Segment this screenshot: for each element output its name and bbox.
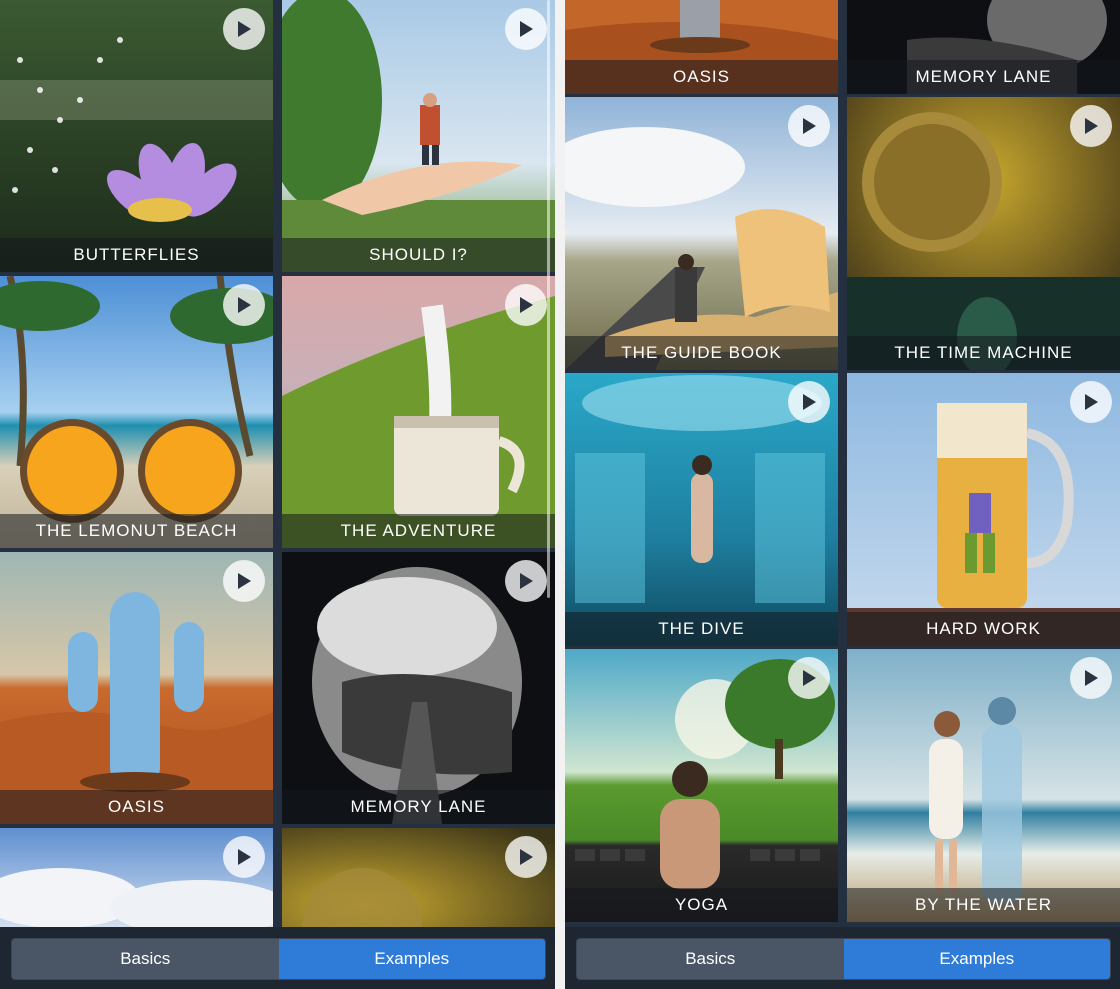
- tile-memory-lane[interactable]: MEMORY LANE: [282, 552, 555, 824]
- panel-divider: [555, 0, 565, 989]
- play-button[interactable]: [505, 284, 547, 326]
- tile-the-time-machine[interactable]: THE TIME MACHINE: [847, 97, 1120, 370]
- tile-caption: MEMORY LANE: [282, 790, 555, 824]
- tile-caption: THE TIME MACHINE: [847, 336, 1120, 370]
- play-icon: [803, 394, 816, 410]
- play-button[interactable]: [505, 8, 547, 50]
- play-icon: [238, 297, 251, 313]
- play-icon: [238, 573, 251, 589]
- play-button[interactable]: [223, 560, 265, 602]
- play-button[interactable]: [223, 836, 265, 878]
- play-icon: [238, 21, 251, 37]
- left-panel: BUTTERFLIES SHOULD I? THE LEMONUT BEACH …: [0, 0, 555, 989]
- play-icon: [1085, 670, 1098, 686]
- play-icon: [803, 118, 816, 134]
- play-icon: [803, 670, 816, 686]
- segmented-control: Basics Examples: [11, 938, 546, 980]
- tile-caption: THE DIVE: [565, 612, 838, 646]
- play-button[interactable]: [505, 836, 547, 878]
- play-button[interactable]: [788, 105, 830, 147]
- tab-basics[interactable]: Basics: [12, 939, 279, 979]
- tile-by-the-water[interactable]: BY THE WATER: [847, 649, 1120, 922]
- right-panel: OASIS MEMORY LANE THE GUIDE BOOK THE TIM…: [565, 0, 1120, 989]
- tile-partial[interactable]: [282, 828, 555, 938]
- tile-caption: SHOULD I?: [282, 238, 555, 272]
- tab-basics[interactable]: Basics: [577, 939, 844, 979]
- play-icon: [520, 573, 533, 589]
- play-icon: [520, 849, 533, 865]
- play-button[interactable]: [223, 284, 265, 326]
- tile-caption: HARD WORK: [847, 612, 1120, 646]
- segmented-control: Basics Examples: [576, 938, 1111, 980]
- play-icon: [1085, 394, 1098, 410]
- tile-caption: YOGA: [565, 888, 838, 922]
- tile-caption: BUTTERFLIES: [0, 238, 273, 272]
- tile-the-guide-book[interactable]: THE GUIDE BOOK: [565, 97, 838, 370]
- tile-yoga[interactable]: YOGA: [565, 649, 838, 922]
- play-icon: [520, 21, 533, 37]
- tile-butterflies[interactable]: BUTTERFLIES: [0, 0, 273, 272]
- tile-caption: BY THE WATER: [847, 888, 1120, 922]
- tile-caption: MEMORY LANE: [847, 60, 1120, 94]
- tile-the-dive[interactable]: THE DIVE: [565, 373, 838, 646]
- play-button[interactable]: [788, 381, 830, 423]
- tile-hard-work[interactable]: HARD WORK: [847, 373, 1120, 646]
- tab-bar: Basics Examples: [565, 927, 1120, 989]
- play-button[interactable]: [1070, 381, 1112, 423]
- tile-oasis[interactable]: OASIS: [0, 552, 273, 824]
- tab-bar: Basics Examples: [0, 927, 555, 989]
- tile-lemonut-beach[interactable]: THE LEMONUT BEACH: [0, 276, 273, 548]
- tile-caption: OASIS: [0, 790, 273, 824]
- play-icon: [520, 297, 533, 313]
- tab-examples[interactable]: Examples: [843, 939, 1110, 979]
- tile-partial[interactable]: [0, 828, 273, 938]
- play-button[interactable]: [223, 8, 265, 50]
- play-button[interactable]: [505, 560, 547, 602]
- play-icon: [238, 849, 251, 865]
- tile-caption: THE LEMONUT BEACH: [0, 514, 273, 548]
- scrollbar[interactable]: [547, 0, 550, 598]
- tile-caption: OASIS: [565, 60, 838, 94]
- tile-caption: THE ADVENTURE: [282, 514, 555, 548]
- tile-oasis[interactable]: OASIS: [565, 0, 838, 94]
- tile-memory-lane[interactable]: MEMORY LANE: [847, 0, 1120, 94]
- play-icon: [1085, 118, 1098, 134]
- tile-the-adventure[interactable]: THE ADVENTURE: [282, 276, 555, 548]
- play-button[interactable]: [1070, 105, 1112, 147]
- tile-caption: THE GUIDE BOOK: [565, 336, 838, 370]
- play-button[interactable]: [788, 657, 830, 699]
- tile-should-i[interactable]: SHOULD I?: [282, 0, 555, 272]
- play-button[interactable]: [1070, 657, 1112, 699]
- tab-examples[interactable]: Examples: [278, 939, 545, 979]
